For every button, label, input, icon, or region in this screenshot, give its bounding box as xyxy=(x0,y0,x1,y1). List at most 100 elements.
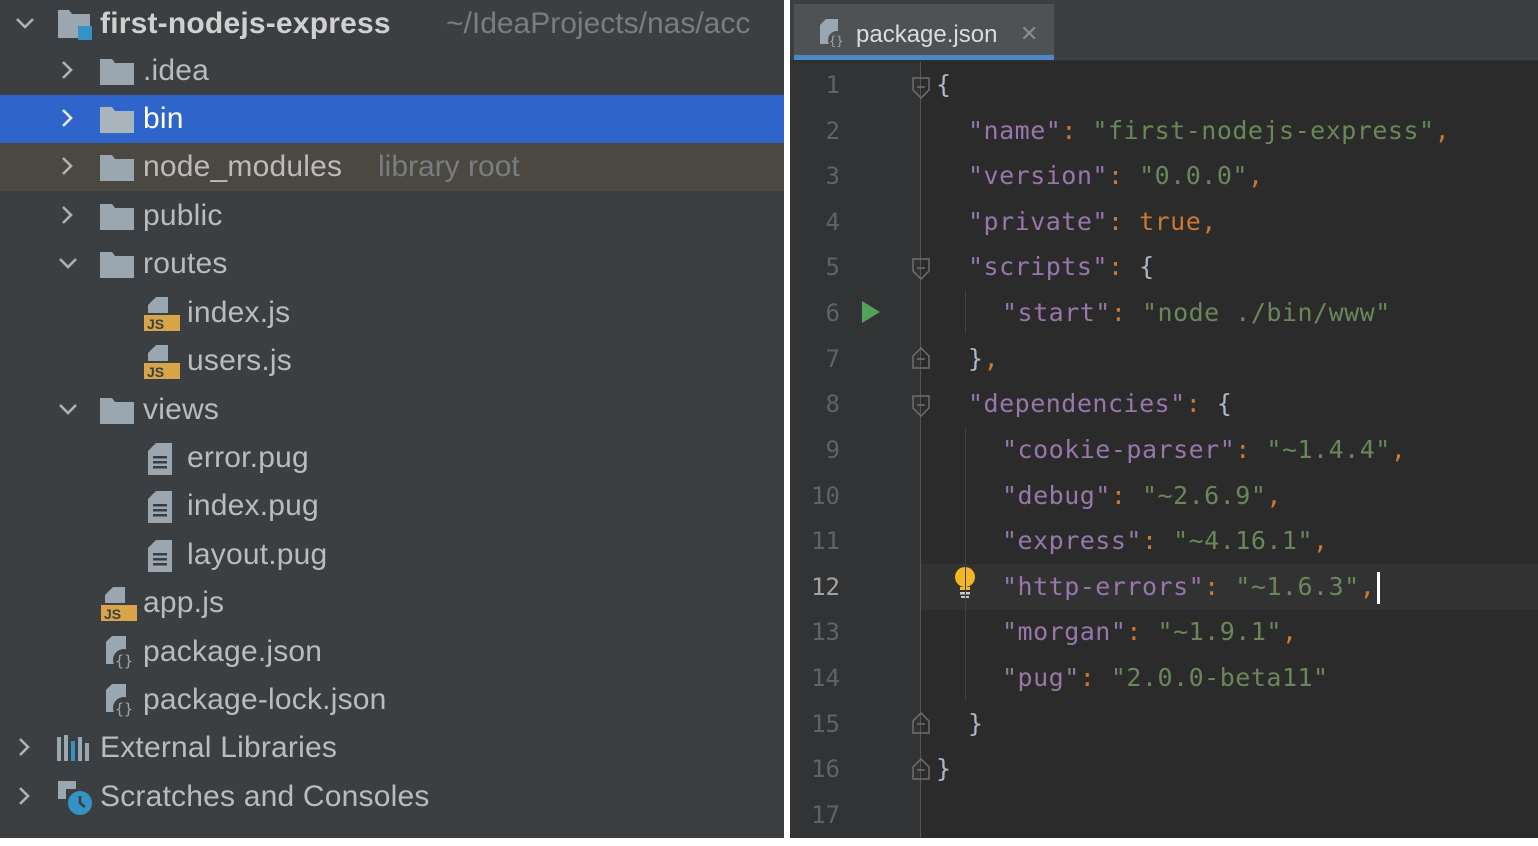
tree-item-label: package-lock.json xyxy=(143,683,387,716)
run-icon[interactable] xyxy=(860,300,882,324)
brace: { xyxy=(1139,252,1155,281)
tree-item-external-libraries[interactable]: External Libraries xyxy=(0,724,784,772)
colon: : xyxy=(1079,663,1111,692)
line-number: 1 xyxy=(825,71,840,99)
tree-item-node-modules[interactable]: node_modules library root xyxy=(0,143,784,191)
chevron-right-icon[interactable] xyxy=(14,773,36,821)
chevron-down-icon[interactable] xyxy=(14,0,36,48)
svg-text:JS: JS xyxy=(147,364,164,380)
fold-end-icon[interactable] xyxy=(912,712,930,734)
line-number: 17 xyxy=(811,801,840,829)
code-line-5[interactable]: "scripts": { xyxy=(968,244,1155,290)
comma: , xyxy=(983,344,1000,373)
json-key: "http-errors" xyxy=(1002,572,1205,601)
code-line-7[interactable]: }, xyxy=(968,336,999,382)
code-line-13[interactable]: "morgan": "~1.9.1", xyxy=(1002,609,1298,655)
brace: { xyxy=(936,70,952,99)
line-number: 3 xyxy=(825,162,840,190)
fold-icon[interactable] xyxy=(912,258,930,280)
line-number: 9 xyxy=(825,436,840,464)
line-number: 7 xyxy=(825,345,840,373)
tree-item-app-js[interactable]: JS app.js xyxy=(0,579,784,627)
tree-item-label: Scratches and Consoles xyxy=(100,780,430,813)
tree-item-users-js[interactable]: JS users.js xyxy=(0,337,784,385)
colon: : xyxy=(1204,572,1236,601)
tree-item-label: node_modules xyxy=(143,150,343,183)
json-string: "~4.16.1" xyxy=(1173,526,1314,555)
line-number: 16 xyxy=(811,755,840,783)
tree-item-package-json[interactable]: {} package.json xyxy=(0,628,784,676)
line-number: 10 xyxy=(811,482,840,510)
tree-item-index-js[interactable]: JS index.js xyxy=(0,289,784,337)
fold-end-icon[interactable] xyxy=(912,347,930,369)
tree-item-label: routes xyxy=(143,247,228,280)
code-line-10[interactable]: "debug": "~2.6.9", xyxy=(1002,473,1282,519)
pug-file-icon xyxy=(148,540,172,572)
code-line-1[interactable]: { xyxy=(936,62,952,108)
json-key: "name" xyxy=(968,116,1062,145)
tree-item-bin[interactable]: bin xyxy=(0,95,784,143)
colon: : xyxy=(1185,389,1217,418)
tree-item-error-pug[interactable]: error.pug xyxy=(0,434,784,482)
json-string: "~1.4.4" xyxy=(1266,435,1391,464)
comma: , xyxy=(1359,572,1376,601)
tree-item-idea[interactable]: .idea xyxy=(0,47,784,95)
tree-item-routes[interactable]: routes xyxy=(0,240,784,288)
code-line-6[interactable]: "start": "node ./bin/www" xyxy=(1002,290,1391,336)
code-line-12[interactable]: "http-errors": "~1.6.3", xyxy=(1002,564,1381,610)
tab-package-json[interactable]: {} package.json ✕ xyxy=(794,4,1054,60)
brace: } xyxy=(968,709,984,738)
brace: } xyxy=(968,344,984,373)
tree-item-index-pug[interactable]: index.pug xyxy=(0,482,784,530)
code-line-8[interactable]: "dependencies": { xyxy=(968,381,1232,427)
comma: , xyxy=(1434,116,1451,145)
svg-text:{}: {} xyxy=(115,700,133,718)
chevron-down-icon[interactable] xyxy=(57,386,79,434)
json-string: "~1.9.1" xyxy=(1157,617,1282,646)
code-line-15[interactable]: } xyxy=(968,701,984,747)
editor[interactable]: {} package.json ✕ 1 2 3 4 5 6 7 8 9 10 1… xyxy=(790,0,1538,838)
svg-text:{}: {} xyxy=(115,652,133,670)
tree-item-views[interactable]: views xyxy=(0,386,784,434)
chevron-right-icon[interactable] xyxy=(57,192,79,240)
code-line-2[interactable]: "name": "first-nodejs-express", xyxy=(968,108,1450,154)
fold-icon[interactable] xyxy=(912,77,930,99)
code-line-11[interactable]: "express": "~4.16.1", xyxy=(1002,518,1329,564)
code-line-9[interactable]: "cookie-parser": "~1.4.4", xyxy=(1002,427,1406,473)
chevron-right-icon[interactable] xyxy=(14,724,36,772)
scratches-icon xyxy=(58,781,92,815)
folder-icon xyxy=(100,398,134,424)
fold-end-icon[interactable] xyxy=(912,758,930,780)
tree-root[interactable]: first-nodejs-express ~/IdeaProjects/nas/… xyxy=(0,0,784,48)
text-caret xyxy=(1377,572,1381,604)
code-line-14[interactable]: "pug": "2.0.0-beta11" xyxy=(1002,655,1329,701)
chevron-right-icon[interactable] xyxy=(57,143,79,191)
tree-item-package-lock-json[interactable]: {} package-lock.json xyxy=(0,676,784,724)
line-number: 15 xyxy=(811,710,840,738)
tree-item-label: users.js xyxy=(187,344,292,377)
indent-guide xyxy=(965,290,966,334)
chevron-right-icon[interactable] xyxy=(57,95,79,143)
folder-icon xyxy=(100,204,134,230)
chevron-right-icon[interactable] xyxy=(57,47,79,95)
chevron-down-icon[interactable] xyxy=(57,240,79,288)
json-boolean: true xyxy=(1139,207,1202,236)
code-line-3[interactable]: "version": "0.0.0", xyxy=(968,153,1264,199)
project-panel: first-nodejs-express ~/IdeaProjects/nas/… xyxy=(0,0,784,838)
code-line-16[interactable]: } xyxy=(936,746,952,792)
json-file-icon: {} xyxy=(106,684,135,719)
tree-item-public[interactable]: public xyxy=(0,192,784,240)
folder-icon xyxy=(100,59,134,85)
json-string: "~1.6.3" xyxy=(1235,572,1360,601)
code-line-4[interactable]: "private": true, xyxy=(968,199,1217,245)
colon: : xyxy=(1141,526,1174,555)
libraries-icon xyxy=(57,735,89,761)
json-string: "~2.6.9" xyxy=(1141,481,1267,510)
fold-icon[interactable] xyxy=(912,395,930,417)
tree-item-layout-pug[interactable]: layout.pug xyxy=(0,531,784,579)
line-number: 11 xyxy=(811,527,840,555)
tree-item-scratches[interactable]: Scratches and Consoles xyxy=(0,773,784,821)
colon: : xyxy=(1107,207,1140,236)
brace: } xyxy=(936,754,952,783)
json-string: "node ./bin/www" xyxy=(1141,298,1391,327)
